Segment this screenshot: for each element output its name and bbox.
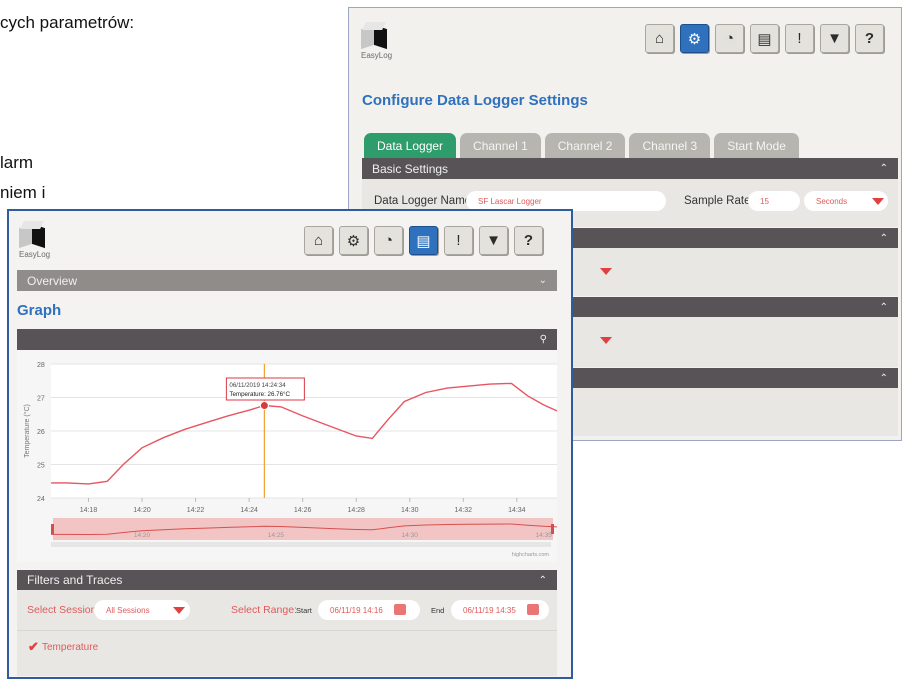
- settings-tabs: Data Logger Channel 1 Channel 2 Channel …: [364, 133, 799, 158]
- basic-settings-header[interactable]: Basic Settings ⌃: [362, 158, 898, 179]
- filters-header[interactable]: Filters and Traces ⌃: [17, 570, 557, 590]
- navigator-tick-label: 14:30: [402, 532, 419, 539]
- x-tick-label: 14:32: [455, 507, 473, 514]
- y-tick-label: 27: [37, 396, 45, 403]
- x-tick-label: 14:30: [401, 507, 419, 514]
- navigator-handle-left[interactable]: [51, 524, 54, 534]
- logo: EasyLog: [361, 22, 392, 60]
- x-tick-label: 14:24: [240, 507, 258, 514]
- alarm-icon[interactable]: !: [785, 24, 814, 53]
- overview-label: Overview: [27, 273, 78, 288]
- download-icon[interactable]: ▼: [820, 24, 849, 53]
- select-range-label: Select Range:: [231, 604, 297, 616]
- graph-toolbar-bar: ⚲: [17, 329, 557, 350]
- x-tick-label: 14:28: [347, 507, 365, 514]
- navigator-tick-label: 14:25: [268, 532, 285, 539]
- graph-toolbar: ⌂ ⚙ ◔ ▤ ! ▼ ?: [304, 226, 543, 255]
- x-tick-label: 14:34: [508, 507, 526, 514]
- tooltip-time: 06/11/2019 14:24:34: [229, 382, 286, 389]
- tab-channel-1[interactable]: Channel 1: [460, 133, 541, 158]
- background-text-line3: niem i: [0, 183, 46, 202]
- chevron-down-icon[interactable]: [173, 607, 185, 614]
- background-text-line2: larm: [0, 153, 34, 172]
- tab-start-mode[interactable]: Start Mode: [714, 133, 799, 158]
- help-icon[interactable]: ?: [855, 24, 884, 53]
- chevron-down-icon[interactable]: [600, 268, 612, 275]
- logo-cube-icon: [361, 22, 387, 50]
- navigator-tick-label: 14:20: [134, 532, 151, 539]
- y-tick-label: 24: [37, 496, 45, 503]
- x-tick-label: 14:18: [80, 507, 98, 514]
- hover-point-marker[interactable]: [259, 401, 269, 411]
- select-session-label: Select Session:: [27, 604, 100, 616]
- overview-header[interactable]: Overview ⌄: [17, 270, 557, 291]
- page-title: Configure Data Logger Settings: [362, 92, 588, 109]
- logo-text: EasyLog: [19, 250, 51, 259]
- graph-title: Graph: [17, 302, 62, 319]
- y-tick-label: 25: [37, 463, 45, 470]
- collapse-icon[interactable]: ⌃: [880, 302, 888, 313]
- navigator-scrollbar[interactable]: [51, 542, 551, 547]
- graph-icon[interactable]: ▤: [750, 24, 779, 53]
- collapse-icon[interactable]: ⌃: [880, 373, 888, 384]
- x-tick-label: 14:20: [133, 507, 151, 514]
- chevron-down-icon[interactable]: [872, 198, 884, 205]
- gear-icon[interactable]: ⚙: [339, 226, 368, 255]
- sample-rate-field[interactable]: 15: [748, 191, 800, 211]
- home-icon[interactable]: ⌂: [304, 226, 333, 255]
- checkmark-icon[interactable]: ✔: [28, 639, 39, 655]
- expand-icon[interactable]: ⌄: [539, 275, 547, 286]
- help-icon[interactable]: ?: [514, 226, 543, 255]
- tab-data-logger[interactable]: Data Logger: [364, 133, 457, 158]
- navigator-selection[interactable]: [53, 518, 553, 540]
- collapse-icon[interactable]: ⌃: [539, 575, 547, 586]
- tab-channel-2[interactable]: Channel 2: [544, 133, 626, 158]
- tooltip-value: Temperature: 26.76°C: [229, 391, 290, 398]
- start-label: Start: [296, 606, 312, 615]
- calendar-icon[interactable]: [394, 604, 406, 615]
- collapse-icon[interactable]: ⌃: [880, 233, 888, 244]
- settings-toolbar: ⌂ ⚙ ◔ ▤ ! ▼ ?: [645, 24, 884, 53]
- gauge-icon[interactable]: ◔: [374, 226, 403, 255]
- data-logger-name-field[interactable]: SF Lascar Logger: [466, 191, 666, 211]
- highcharts-credit: highcharts.com: [512, 552, 550, 558]
- collapse-icon[interactable]: ⌃: [880, 163, 888, 174]
- calendar-icon[interactable]: [527, 604, 539, 615]
- graph-icon[interactable]: ▤: [409, 226, 438, 255]
- basic-settings-label: Basic Settings: [372, 161, 449, 176]
- chevron-down-icon[interactable]: [600, 337, 612, 344]
- sample-rate-label: Sample Rate: [684, 195, 751, 207]
- download-icon[interactable]: ▼: [479, 226, 508, 255]
- y-tick-label: 28: [37, 362, 45, 369]
- end-label: End: [431, 606, 445, 615]
- alarm-icon[interactable]: !: [444, 226, 473, 255]
- y-axis-label: Temperature (°C): [23, 404, 31, 458]
- gear-icon[interactable]: ⚙: [680, 24, 709, 53]
- logo-text: EasyLog: [361, 51, 393, 60]
- filters-label: Filters and Traces: [27, 573, 123, 587]
- x-tick-label: 14:26: [294, 507, 312, 514]
- temperature-chart[interactable]: 24 25 26 27 28 Temperature (°C) 14:18 14:20 14:2…: [17, 350, 557, 562]
- divider: [17, 630, 557, 631]
- tab-channel-3[interactable]: Channel 3: [629, 133, 711, 158]
- zoom-icon[interactable]: ⚲: [540, 334, 547, 345]
- logo-cube-icon: [19, 221, 45, 249]
- trace-label-temperature[interactable]: Temperature: [42, 642, 98, 653]
- y-tick-label: 26: [37, 429, 45, 436]
- gauge-icon[interactable]: ◔: [715, 24, 744, 53]
- home-icon[interactable]: ⌂: [645, 24, 674, 53]
- logo: EasyLog: [19, 221, 50, 259]
- navigator-tick-label: 14:35: [535, 532, 552, 539]
- data-logger-name-label: Data Logger Name: [374, 195, 472, 207]
- background-text-line1: cych parametrów:: [0, 13, 135, 32]
- x-tick-label: 14:22: [187, 507, 205, 514]
- graph-window: EasyLog ⌂ ⚙ ◔ ▤ ! ▼ ? Overview ⌄ Graph ⚲…: [7, 209, 573, 679]
